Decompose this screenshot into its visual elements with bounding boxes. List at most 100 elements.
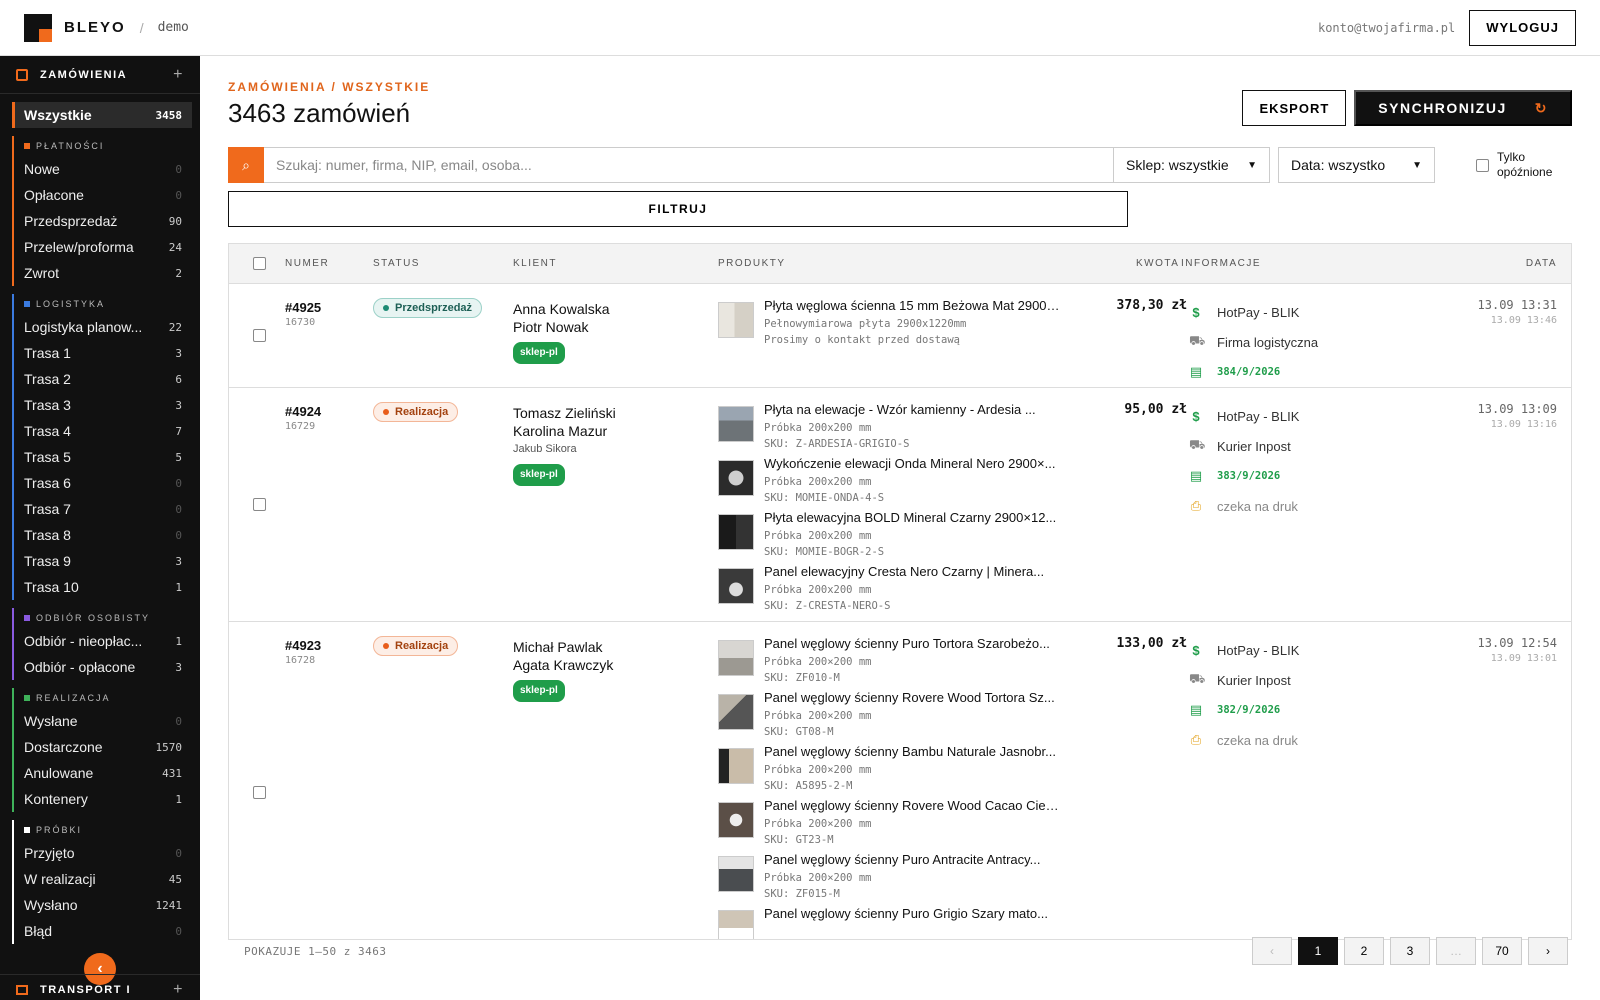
- product-name[interactable]: Panel węglowy ścienny Puro Grigio Szary …: [764, 906, 1062, 921]
- sidebar-item-all[interactable]: Wszystkie 3458: [12, 102, 192, 128]
- page-button[interactable]: 3: [1390, 937, 1430, 965]
- next-page-button[interactable]: ›: [1528, 937, 1568, 965]
- product-name[interactable]: Panel węglowy ścienny Rovere Wood Cacao …: [764, 798, 1062, 813]
- product-name[interactable]: Płyta elewacyjna BOLD Mineral Czarny 290…: [764, 510, 1062, 525]
- sidebar-item[interactable]: Odbiór - nieopłac... 1: [14, 628, 192, 654]
- sidebar-item[interactable]: Wysłane 0: [14, 708, 192, 734]
- export-button[interactable]: EKSPORT: [1242, 90, 1347, 126]
- sidebar-item[interactable]: Anulowane 431: [14, 760, 192, 786]
- late-only-checkbox[interactable]: [1476, 158, 1489, 172]
- header-products[interactable]: PRODUKTY: [718, 258, 786, 269]
- sidebar-item[interactable]: Przedsprzedaż 90: [14, 208, 192, 234]
- search-icon[interactable]: ⌕: [228, 147, 264, 183]
- sidebar-section-transport[interactable]: TRANSPORT I +: [0, 974, 200, 1000]
- header-number[interactable]: NUMER: [285, 258, 329, 269]
- sidebar-item[interactable]: Nowe 0: [14, 156, 192, 182]
- sync-button[interactable]: SYNCHRONIZUJ ↻: [1354, 90, 1572, 126]
- product-name[interactable]: Panel węglowy ścienny Bambu Naturale Jas…: [764, 744, 1062, 759]
- row-checkbox[interactable]: [253, 329, 266, 342]
- client-cell: Tomasz Zieliński Karolina Mazur Jakub Siko…: [513, 404, 616, 486]
- sidebar-item[interactable]: Trasa 7 0: [14, 496, 192, 522]
- header-client[interactable]: KLIENT: [513, 258, 557, 269]
- invoice-number[interactable]: 383/9/2026: [1217, 470, 1280, 482]
- sidebar-item[interactable]: Trasa 1 3: [14, 340, 192, 366]
- sidebar-item[interactable]: Przyjęto 0: [14, 840, 192, 866]
- order-number[interactable]: #4925: [285, 300, 321, 315]
- sidebar-item[interactable]: Trasa 4 7: [14, 418, 192, 444]
- sidebar-item[interactable]: Trasa 10 1: [14, 574, 192, 600]
- sidebar-item-label: Kontenery: [24, 791, 88, 807]
- header-info[interactable]: INFORMACJE: [1181, 258, 1261, 269]
- shop-select[interactable]: Sklep: wszystkie ▼: [1113, 147, 1270, 183]
- product-thumbnail[interactable]: [718, 514, 754, 550]
- add-icon[interactable]: +: [173, 66, 184, 84]
- logout-button[interactable]: WYLOGUJ: [1469, 9, 1576, 46]
- product-name[interactable]: Płyta na elewacje - Wzór kamienny - Arde…: [764, 402, 1062, 417]
- prev-page-button[interactable]: ‹: [1252, 937, 1292, 965]
- product-thumbnail[interactable]: [718, 406, 754, 442]
- sidebar-item[interactable]: Dostarczone 1570: [14, 734, 192, 760]
- sidebar-item[interactable]: Opłacone 0: [14, 182, 192, 208]
- sidebar-item[interactable]: Przelew/proforma 24: [14, 234, 192, 260]
- sidebar-item[interactable]: Trasa 3 3: [14, 392, 192, 418]
- product-item: Panel węglowy ścienny Puro Tortora Szaro…: [718, 636, 1068, 690]
- brand-logo[interactable]: [24, 13, 52, 42]
- row-checkbox[interactable]: [253, 786, 266, 799]
- sidebar-item[interactable]: Trasa 6 0: [14, 470, 192, 496]
- product-thumbnail[interactable]: [718, 302, 754, 338]
- order-number[interactable]: #4923: [285, 638, 321, 653]
- filter-button[interactable]: FILTRUJ: [228, 191, 1128, 227]
- sidebar-item[interactable]: Logistyka planow... 22: [14, 314, 192, 340]
- page-button[interactable]: 2: [1344, 937, 1384, 965]
- order-number[interactable]: #4924: [285, 404, 321, 419]
- table-row[interactable]: #4923 16728 Realizacja Michał Pawlak Agata K…: [229, 622, 1571, 939]
- sidebar-item[interactable]: Odbiór - opłacone 3: [14, 654, 192, 680]
- sidebar-section-orders[interactable]: ZAMÓWIENIA +: [0, 56, 200, 94]
- select-all-checkbox[interactable]: [253, 257, 266, 270]
- product-thumbnail[interactable]: [718, 910, 754, 939]
- product-thumbnail[interactable]: [718, 802, 754, 838]
- row-checkbox[interactable]: [253, 498, 266, 511]
- product-thumbnail[interactable]: [718, 856, 754, 892]
- product-thumbnail[interactable]: [718, 694, 754, 730]
- table-row[interactable]: #4924 16729 Realizacja Tomasz Zieliński Karo…: [229, 388, 1571, 622]
- document-icon: ▤: [1189, 468, 1203, 483]
- header-date[interactable]: DATA: [1526, 258, 1557, 269]
- product-name[interactable]: Panel węglowy ścienny Rovere Wood Tortor…: [764, 690, 1062, 705]
- invoice-number[interactable]: 382/9/2026: [1217, 704, 1280, 716]
- sidebar-item[interactable]: Trasa 5 5: [14, 444, 192, 470]
- product-name[interactable]: Panel węglowy ścienny Puro Tortora Szaro…: [764, 636, 1062, 651]
- sidebar-item[interactable]: Kontenery 1: [14, 786, 192, 812]
- product-meta: Próbka 200×200 mm SKU: ZF010-M: [764, 654, 1062, 686]
- sidebar-item[interactable]: Trasa 8 0: [14, 522, 192, 548]
- page-button[interactable]: 70: [1482, 937, 1522, 965]
- sidebar-item[interactable]: Wysłano 1241: [14, 892, 192, 918]
- sidebar-item-label: W realizacji: [24, 871, 96, 887]
- sidebar-item[interactable]: Trasa 2 6: [14, 366, 192, 392]
- product-text: Panel węglowy ścienny Puro Antracite Ant…: [764, 852, 1062, 906]
- product-thumbnail[interactable]: [718, 640, 754, 676]
- date-select[interactable]: Data: wszystko ▼: [1278, 147, 1435, 183]
- product-text: Wykończenie elewacji Onda Mineral Nero 2…: [764, 456, 1062, 510]
- header-status[interactable]: STATUS: [373, 258, 420, 269]
- breadcrumb[interactable]: ZAMÓWIENIA / WSZYSTKIE: [228, 80, 430, 94]
- product-thumbnail[interactable]: [718, 460, 754, 496]
- sidebar-item-label: Odbiór - nieopłac...: [24, 633, 143, 649]
- invoice-number[interactable]: 384/9/2026: [1217, 366, 1280, 378]
- late-only-filter[interactable]: Tylko opóźnione: [1476, 150, 1552, 180]
- table-row[interactable]: #4925 16730 Przedsprzedaż Anna Kowalska Piot…: [229, 284, 1571, 388]
- product-name[interactable]: Panel elewacyjny Cresta Nero Czarny | Mi…: [764, 564, 1062, 579]
- product-thumbnail[interactable]: [718, 568, 754, 604]
- sidebar-item[interactable]: W realizacji 45: [14, 866, 192, 892]
- search-input[interactable]: [264, 147, 1128, 183]
- product-name[interactable]: Panel węglowy ścienny Puro Antracite Ant…: [764, 852, 1062, 867]
- sidebar-item[interactable]: Błąd 0: [14, 918, 192, 944]
- product-name[interactable]: Płyta węglowa ścienna 15 mm Beżowa Mat 2…: [764, 298, 1062, 313]
- sidebar-item[interactable]: Trasa 9 3: [14, 548, 192, 574]
- sidebar-item[interactable]: Zwrot 2: [14, 260, 192, 286]
- product-name[interactable]: Wykończenie elewacji Onda Mineral Nero 2…: [764, 456, 1062, 471]
- header-amount[interactable]: KWOTA: [1136, 258, 1179, 269]
- add-icon[interactable]: +: [173, 981, 184, 999]
- product-thumbnail[interactable]: [718, 748, 754, 784]
- page-button[interactable]: 1: [1298, 937, 1338, 965]
